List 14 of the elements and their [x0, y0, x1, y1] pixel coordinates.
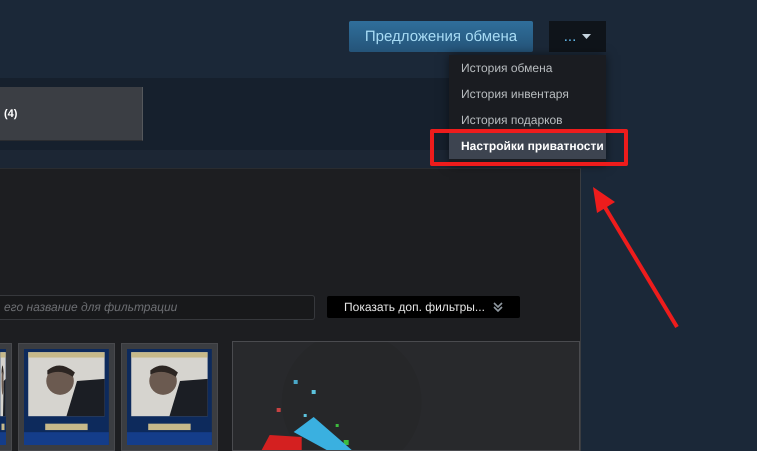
more-button[interactable]: ...	[549, 21, 606, 52]
double-chevron-icon	[492, 302, 503, 312]
more-filters-button[interactable]: Показать доп. фильтры...	[327, 296, 520, 318]
menu-item[interactable]: История подарков	[449, 107, 606, 133]
inventory-tab[interactable]: (4)	[0, 87, 143, 141]
menu-item[interactable]: Настройки приватности	[449, 133, 606, 159]
filter-field[interactable]: его название для фильтрации	[0, 294, 315, 320]
caret-icon	[582, 34, 592, 39]
item-card[interactable]	[0, 343, 12, 451]
trade-offers-button[interactable]: Предложения обмена	[349, 21, 533, 52]
item-card[interactable]	[18, 343, 115, 451]
menu-item[interactable]: История обмена	[449, 55, 606, 81]
item-card[interactable]	[120, 343, 218, 451]
menu-item[interactable]: История инвентаря	[449, 81, 606, 107]
